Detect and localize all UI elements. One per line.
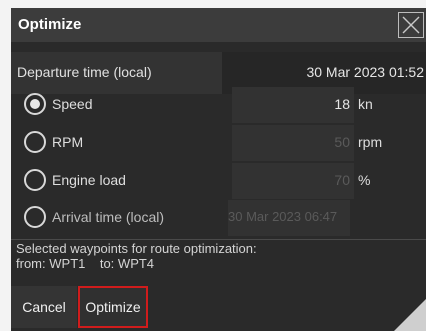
- from-label: from:: [16, 256, 46, 271]
- speed-radio[interactable]: [24, 93, 46, 115]
- radio-selected-dot: [30, 99, 40, 109]
- engine-load-unit: %: [358, 172, 371, 188]
- departure-label: Departure time (local): [17, 64, 152, 80]
- option-row-rpm: RPM 50 rpm: [11, 125, 426, 161]
- engine-load-label: Engine load: [52, 172, 126, 188]
- option-row-engine-load: Engine load 70 %: [11, 163, 426, 199]
- arrival-radio[interactable]: [24, 206, 46, 228]
- optimize-dialog: Optimize Departure time (local) 30 Mar 2…: [11, 8, 426, 331]
- option-row-arrival: Arrival time (local) 30 Mar 2023 06:47: [11, 200, 426, 236]
- dialog-title: Optimize: [18, 16, 82, 33]
- speed-label: Speed: [52, 96, 93, 112]
- arrival-time-value: 30 Mar 2023 06:47: [228, 209, 338, 224]
- engine-load-radio[interactable]: [24, 169, 46, 191]
- option-row-speed: Speed 18 kn: [11, 87, 426, 123]
- close-button[interactable]: [398, 12, 424, 38]
- waypoint-info: Selected waypoints for route optimizatio…: [16, 241, 257, 271]
- rpm-label: RPM: [52, 134, 84, 150]
- speed-unit: kn: [358, 96, 373, 112]
- waypoint-range: from: WPT1 to: WPT4: [16, 256, 257, 271]
- to-label: to:: [99, 256, 115, 271]
- to-waypoint: WPT4: [117, 256, 155, 271]
- arrival-label: Arrival time (local): [52, 209, 165, 225]
- rpm-unit: rpm: [358, 134, 383, 150]
- rpm-radio[interactable]: [24, 131, 46, 153]
- departure-time-value: 30 Mar 2023 01:52: [306, 64, 424, 80]
- rpm-input[interactable]: 50: [232, 125, 354, 161]
- waypoint-info-heading: Selected waypoints for route optimizatio…: [16, 241, 257, 256]
- dialog-titlebar: Optimize: [11, 8, 426, 42]
- speed-input[interactable]: 18: [232, 87, 354, 123]
- arrival-time-field[interactable]: 30 Mar 2023 06:47: [228, 200, 350, 236]
- speed-value: 18: [334, 96, 350, 112]
- from-waypoint: WPT1: [49, 256, 86, 271]
- divider: [11, 239, 426, 240]
- close-icon: [402, 16, 420, 34]
- optimize-button[interactable]: Optimize: [78, 286, 148, 328]
- engine-load-input[interactable]: 70: [232, 163, 354, 199]
- cancel-button[interactable]: Cancel: [11, 286, 77, 328]
- resize-grip-icon[interactable]: [394, 299, 426, 331]
- rpm-value: 50: [334, 134, 350, 150]
- engine-load-value: 70: [334, 172, 350, 188]
